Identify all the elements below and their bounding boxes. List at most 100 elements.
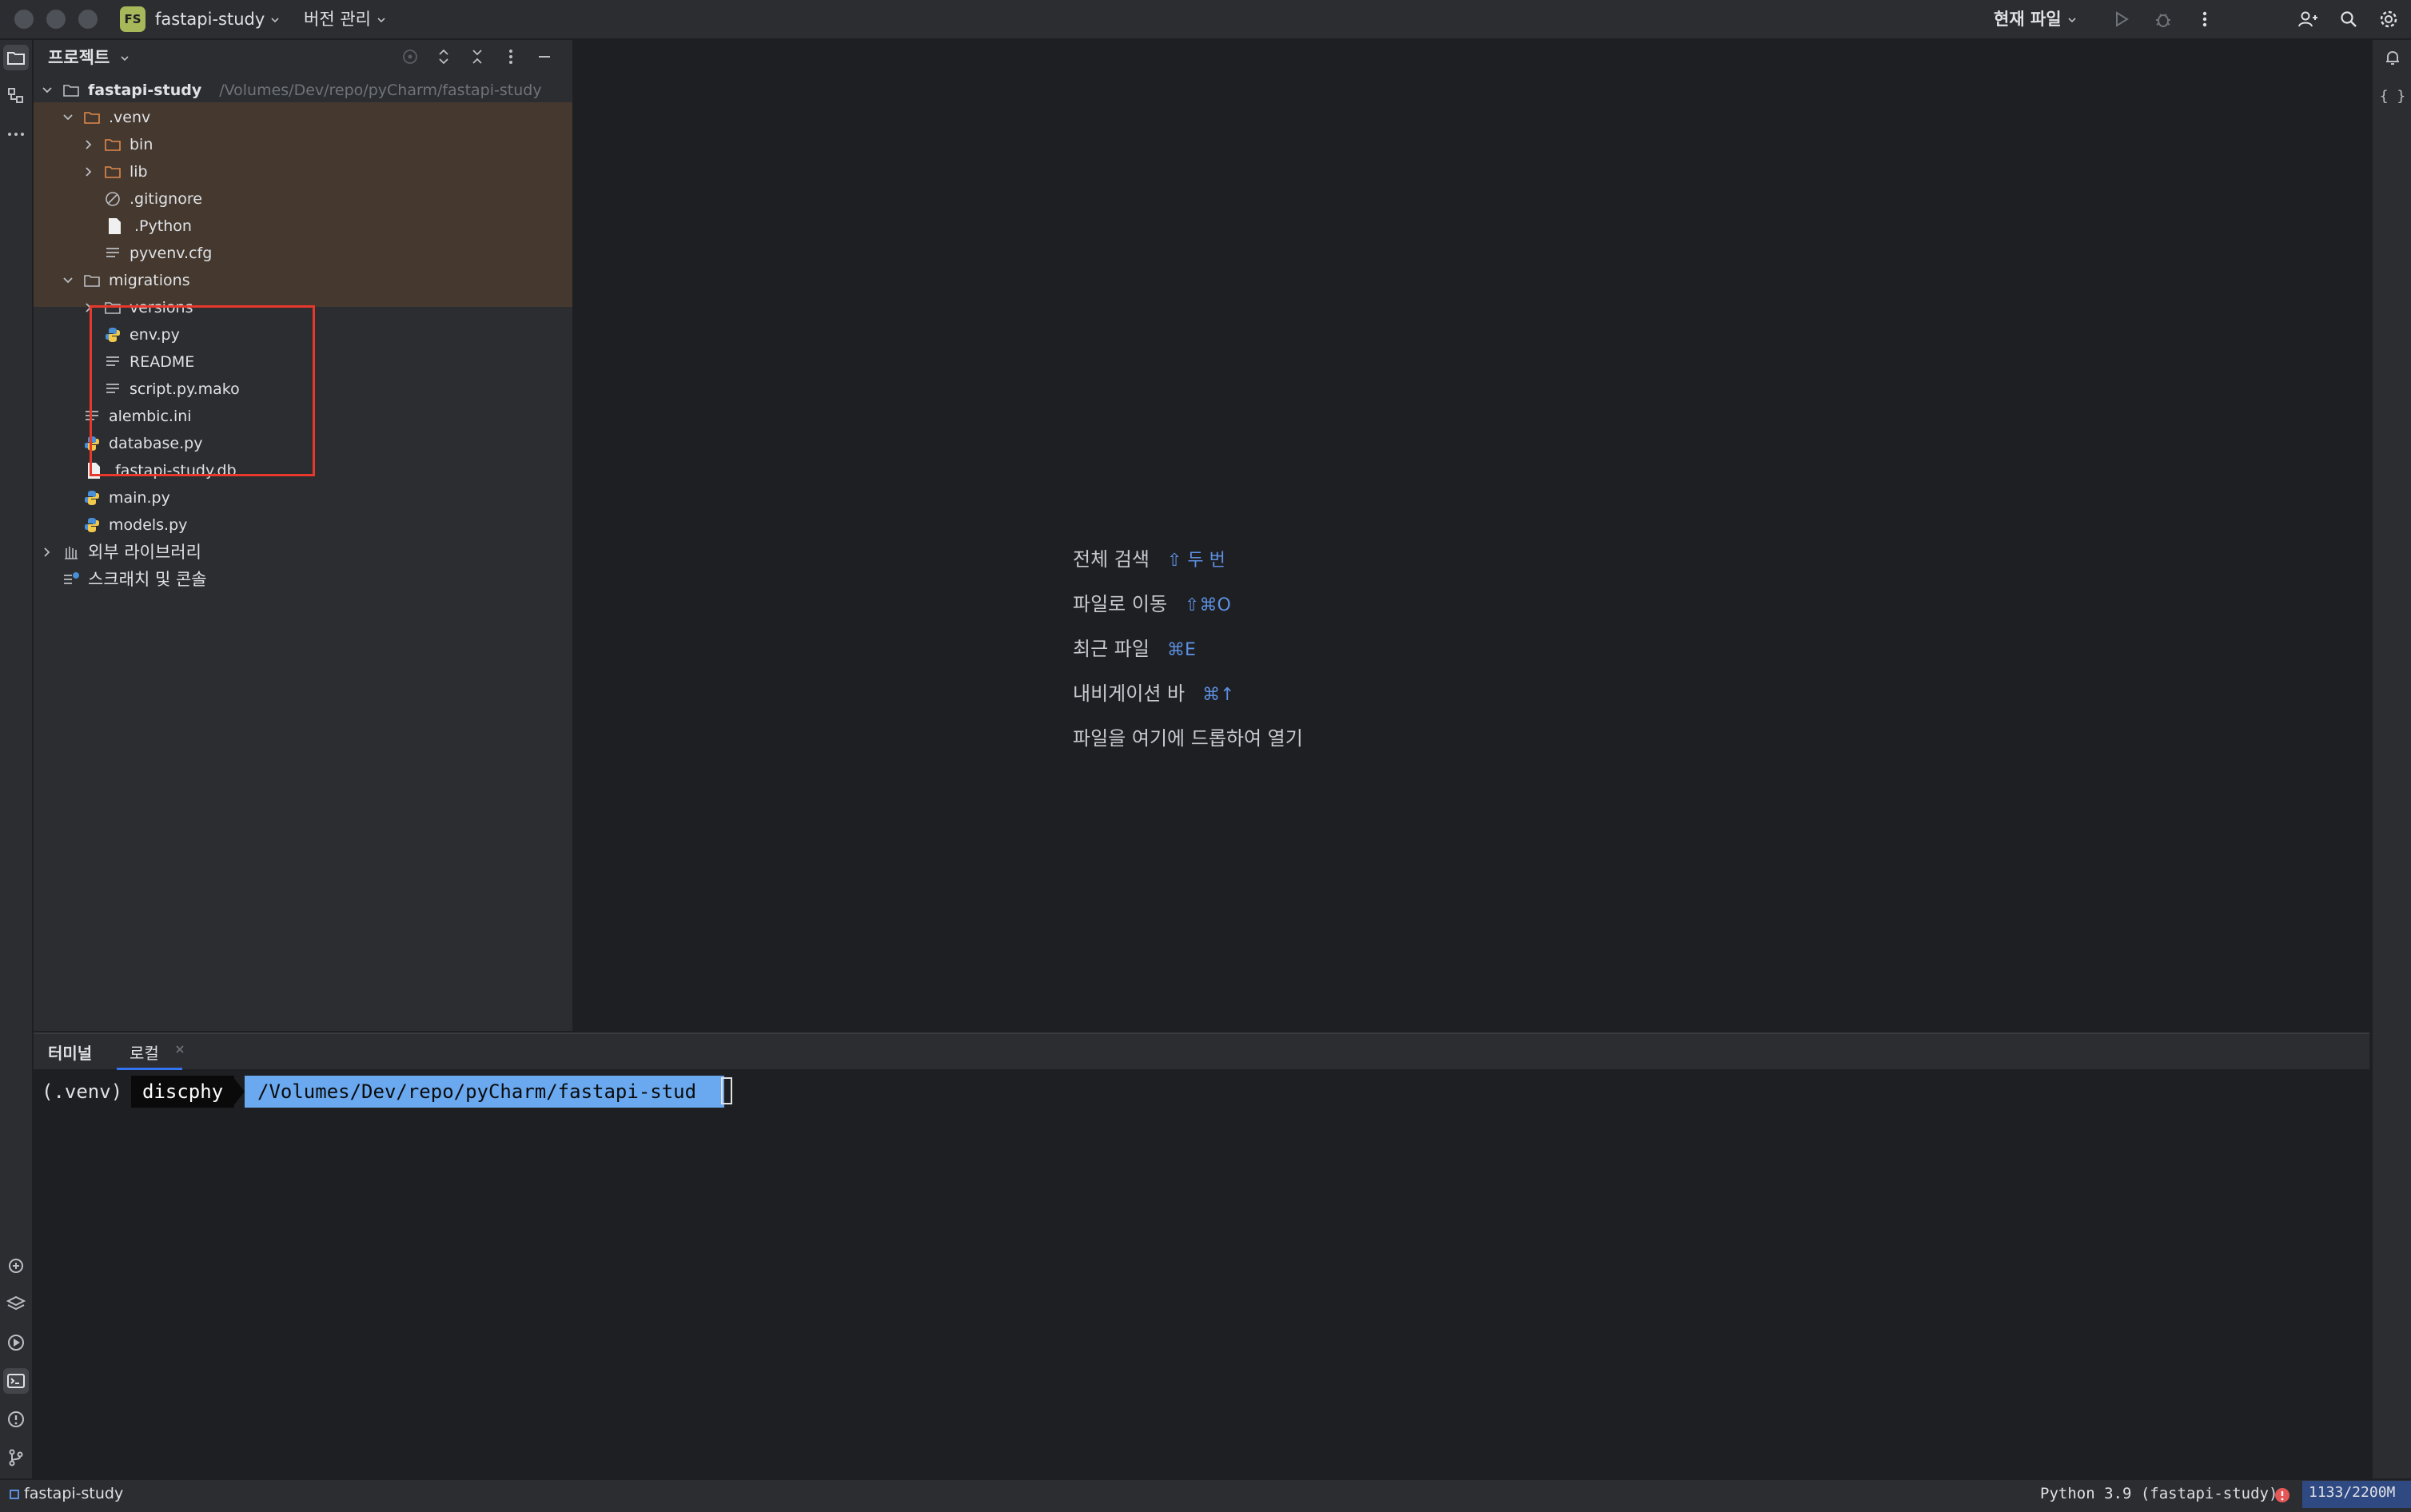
terminal-tab-bar: 터미널 로컬 (34, 1034, 2369, 1070)
chevron-down-icon (269, 14, 281, 26)
chevron-down-icon (42, 87, 52, 94)
status-project[interactable]: fastapi-study (10, 1485, 123, 1502)
hint-shortcut: ⌘E (1166, 640, 1196, 660)
active-tab-indicator (117, 1068, 182, 1070)
title-bar: FS fastapi-study 버전 관리 현재 파일 (0, 0, 2411, 40)
services-icon[interactable] (3, 1330, 29, 1355)
problems-icon[interactable] (3, 1407, 29, 1432)
hint-shortcut: ⇧ 두 번 (1166, 551, 1225, 571)
python-file-icon (85, 518, 99, 532)
tree-label: fastapi-study (88, 82, 202, 99)
more-icon[interactable] (2194, 8, 2216, 30)
hint-shortcut: ⌘↑ (1202, 685, 1235, 705)
terminal-cursor (721, 1077, 732, 1104)
project-name: fastapi-study (155, 10, 265, 29)
minimize-window-button[interactable] (46, 10, 66, 29)
chevron-right-icon (86, 167, 92, 177)
status-interpreter[interactable]: Python 3.9 (fastapi-study) (2040, 1485, 2277, 1502)
json-braces-icon[interactable]: { } (2380, 83, 2405, 109)
run-icon[interactable] (2110, 8, 2133, 30)
debug-icon[interactable] (2152, 8, 2174, 30)
run-config-label: 현재 파일 (1994, 10, 2062, 29)
library-icon (65, 547, 78, 559)
ignore-file-icon (106, 192, 120, 206)
notifications-bell-icon[interactable] (2380, 45, 2405, 70)
tree-label: bin (130, 136, 153, 153)
chevron-right-icon (86, 140, 92, 149)
expand-all-icon[interactable] (433, 46, 454, 67)
prompt-separator-arrow (697, 1076, 710, 1108)
vcs-menu[interactable]: 버전 관리 (304, 7, 387, 31)
tree-label: .venv (109, 109, 151, 126)
chevron-down-icon (63, 277, 73, 284)
hint-recent-files: 최근 파일 ⌘E (1073, 633, 1196, 661)
chevron-down-icon (121, 56, 129, 62)
hint-label: 내비게이션 바 (1073, 682, 1186, 705)
hint-shortcut: ⇧⌘O (1185, 595, 1231, 615)
structure-icon[interactable] (3, 83, 29, 109)
prompt-user: discphy (131, 1076, 235, 1108)
tree-label: pyvenv.cfg (130, 245, 213, 262)
chevron-down-icon (2066, 14, 2078, 26)
chevron-right-icon (44, 547, 50, 557)
prompt-separator-arrow (232, 1076, 245, 1108)
text-file-icon (106, 248, 119, 257)
project-badge[interactable]: FS (120, 6, 145, 32)
close-window-button[interactable] (14, 10, 34, 29)
tree-row-migrations[interactable]: migrations (34, 267, 572, 294)
python-file-icon (85, 491, 99, 505)
folder-icon (63, 85, 79, 97)
tree-row-project-root[interactable]: fastapi-study/Volumes/Dev/repo/pyCharm/f… (34, 77, 572, 104)
tab-local[interactable]: 로컬 (130, 1040, 159, 1064)
project-tool-folder-icon[interactable] (3, 45, 29, 70)
right-tool-strip: { } (2371, 40, 2411, 1478)
left-tool-strip (0, 40, 34, 1478)
project-switcher[interactable]: fastapi-study (155, 7, 281, 31)
hide-panel-icon[interactable] (534, 46, 555, 67)
tree-label: 외부 라이브러리 (88, 543, 201, 562)
maximize-window-button[interactable] (78, 10, 98, 29)
tree-row-main-py[interactable]: main.py (34, 484, 572, 511)
settings-icon[interactable] (2377, 8, 2400, 30)
search-icon[interactable] (2337, 8, 2360, 30)
collapse-all-icon[interactable] (467, 46, 488, 67)
tree-row-gitignore[interactable]: .gitignore (34, 185, 572, 213)
chevron-down-icon (376, 14, 387, 26)
folder-icon (105, 166, 121, 178)
tree-label: .Python (134, 217, 192, 235)
status-project-name: fastapi-study (24, 1485, 124, 1502)
tree-row-lib[interactable]: lib (34, 158, 572, 185)
tree-label: 스크래치 및 콘솔 (88, 570, 207, 589)
project-panel-title: 프로젝트 (48, 48, 110, 67)
tree-row-models-py[interactable]: models.py (34, 511, 572, 539)
project-view-selector[interactable]: 프로젝트 (48, 45, 130, 69)
tree-row-bin[interactable]: bin (34, 131, 572, 158)
tree-row-python-link[interactable]: .Python (34, 213, 572, 240)
tree-label: models.py (109, 516, 188, 534)
prompt-venv: (.venv) (42, 1080, 123, 1103)
tree-row-scratches[interactable]: 스크래치 및 콘솔 (34, 566, 572, 593)
scratch-icon (64, 572, 79, 584)
more-tools-icon[interactable] (3, 121, 29, 147)
memory-indicator[interactable]: 1133/2200M (2302, 1481, 2411, 1508)
layers-icon[interactable] (3, 1291, 29, 1317)
tree-row-pyvenv-cfg[interactable]: pyvenv.cfg (34, 240, 572, 267)
run-config-selector[interactable]: 현재 파일 (1994, 7, 2078, 31)
tree-row-external-libraries[interactable]: 외부 라이브러리 (34, 539, 572, 566)
python-packages-icon[interactable] (3, 1253, 29, 1279)
tree-row-venv[interactable]: .venv (34, 104, 572, 131)
hint-label: 최근 파일 (1073, 638, 1150, 660)
tree-label: main.py (109, 489, 170, 507)
locate-file-icon[interactable] (400, 46, 420, 67)
folder-icon (105, 139, 121, 151)
add-user-icon[interactable] (2296, 8, 2318, 30)
terminal-icon[interactable] (3, 1368, 29, 1394)
close-tab-icon[interactable] (173, 1042, 187, 1056)
hint-navigation-bar: 내비게이션 바 ⌘↑ (1073, 678, 1235, 706)
git-branch-icon[interactable] (3, 1445, 29, 1470)
editor-empty-state: 전체 검색 ⇧ 두 번 파일로 이동 ⇧⌘O 최근 파일 ⌘E 내비게이션 바 ⌘↑ 파… (574, 40, 2369, 1031)
project-panel-header: 프로젝트 (34, 40, 572, 72)
options-icon[interactable] (500, 46, 521, 67)
error-indicator-icon[interactable] (2274, 1486, 2291, 1504)
hint-label: 파일로 이동 (1073, 593, 1168, 615)
